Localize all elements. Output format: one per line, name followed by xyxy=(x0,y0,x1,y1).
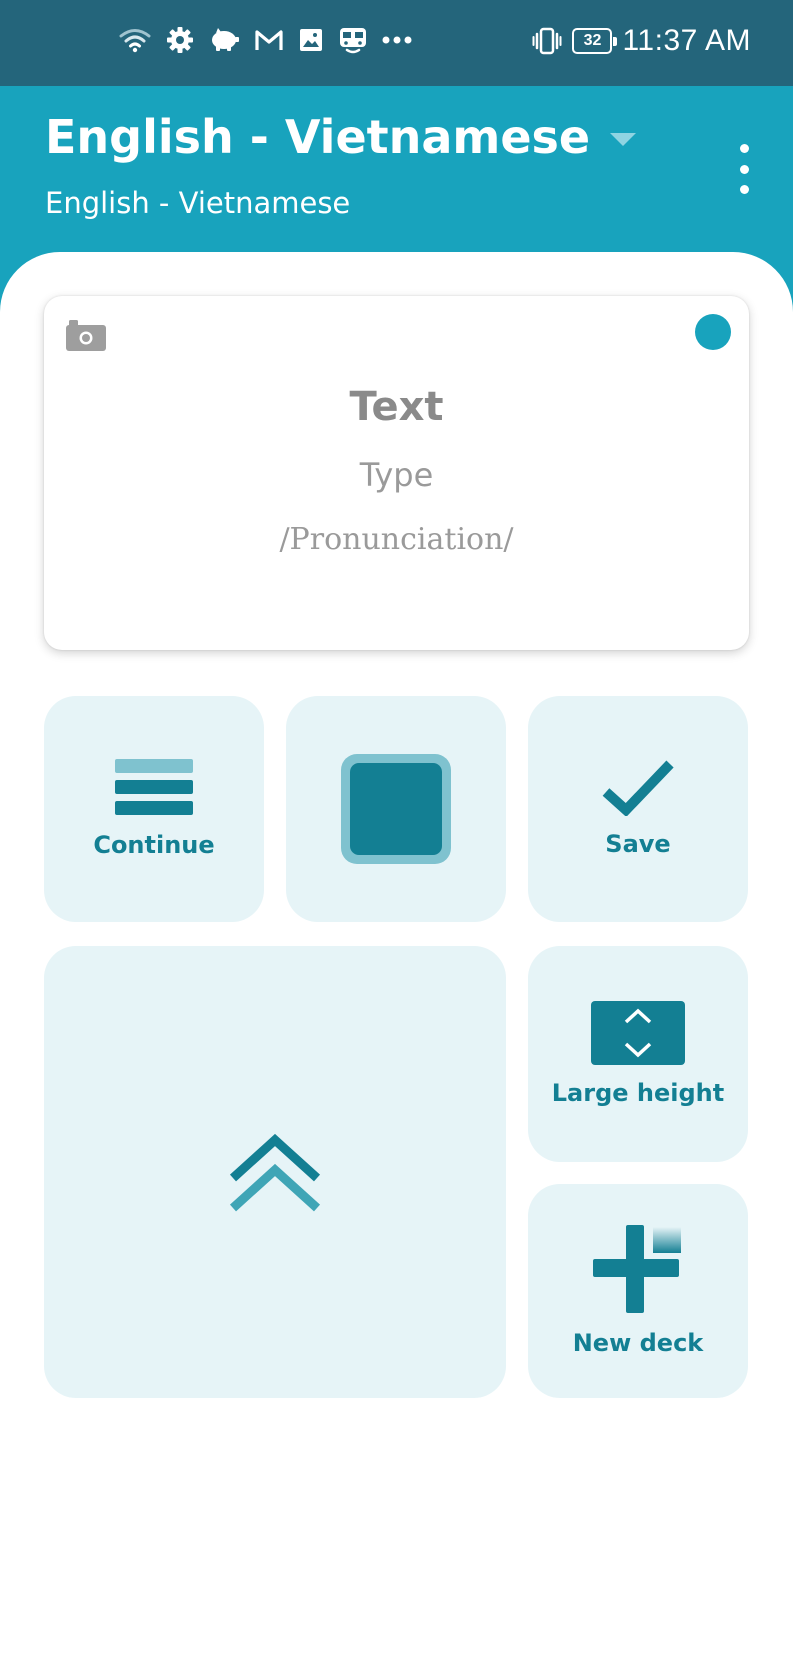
stop-button[interactable] xyxy=(286,696,506,922)
wifi-icon xyxy=(119,29,151,53)
gallery-icon xyxy=(300,29,322,51)
more-vert-icon xyxy=(739,144,749,153)
flashcard[interactable]: Text Type /Pronunciation/ xyxy=(44,296,749,650)
battery-icon: 32 xyxy=(572,28,618,54)
deck-selector[interactable]: English - Vietnamese xyxy=(45,110,637,164)
notification-icons xyxy=(118,26,412,54)
gear-icon xyxy=(167,27,193,53)
card-text: Text xyxy=(349,384,444,430)
clock: 11:37 AM xyxy=(622,24,751,57)
more-notifications-icon xyxy=(382,36,412,44)
card-type: Type xyxy=(359,456,434,494)
plus-icon xyxy=(593,1225,681,1313)
status-bar: 32 11:37 AM xyxy=(0,0,793,86)
piggy-bank-icon xyxy=(212,28,239,51)
continue-button[interactable]: Continue xyxy=(44,696,264,922)
scroll-up-button[interactable] xyxy=(44,946,506,1398)
expand-height-icon xyxy=(591,1001,685,1065)
system-status: 32 11:37 AM xyxy=(532,24,751,58)
list-icon xyxy=(115,759,193,815)
large-height-label: Large height xyxy=(551,1079,725,1107)
new-deck-button[interactable]: New deck xyxy=(528,1184,748,1398)
save-label: Save xyxy=(605,830,671,858)
camera-icon[interactable] xyxy=(64,318,108,352)
checkmark-icon xyxy=(602,760,674,816)
gmail-icon xyxy=(255,30,283,50)
save-button[interactable]: Save xyxy=(528,696,748,922)
battery-level: 32 xyxy=(583,32,602,49)
main-content: Text Type /Pronunciation/ Continue Save xyxy=(0,252,793,1680)
bus-icon xyxy=(340,28,366,54)
continue-label: Continue xyxy=(93,831,215,859)
large-height-button[interactable]: Large height xyxy=(528,946,748,1162)
stop-icon xyxy=(341,754,451,864)
more-options-button[interactable] xyxy=(731,144,757,194)
card-pronunciation: /Pronunciation/ xyxy=(279,522,514,557)
caret-down-icon[interactable] xyxy=(610,132,637,146)
new-deck-label: New deck xyxy=(572,1329,704,1357)
vibrate-icon xyxy=(532,27,562,55)
card-status-indicator xyxy=(695,314,731,350)
page-title[interactable]: English - Vietnamese xyxy=(45,110,590,164)
page-subtitle: English - Vietnamese xyxy=(45,186,351,220)
double-chevron-up-icon xyxy=(229,1133,321,1212)
